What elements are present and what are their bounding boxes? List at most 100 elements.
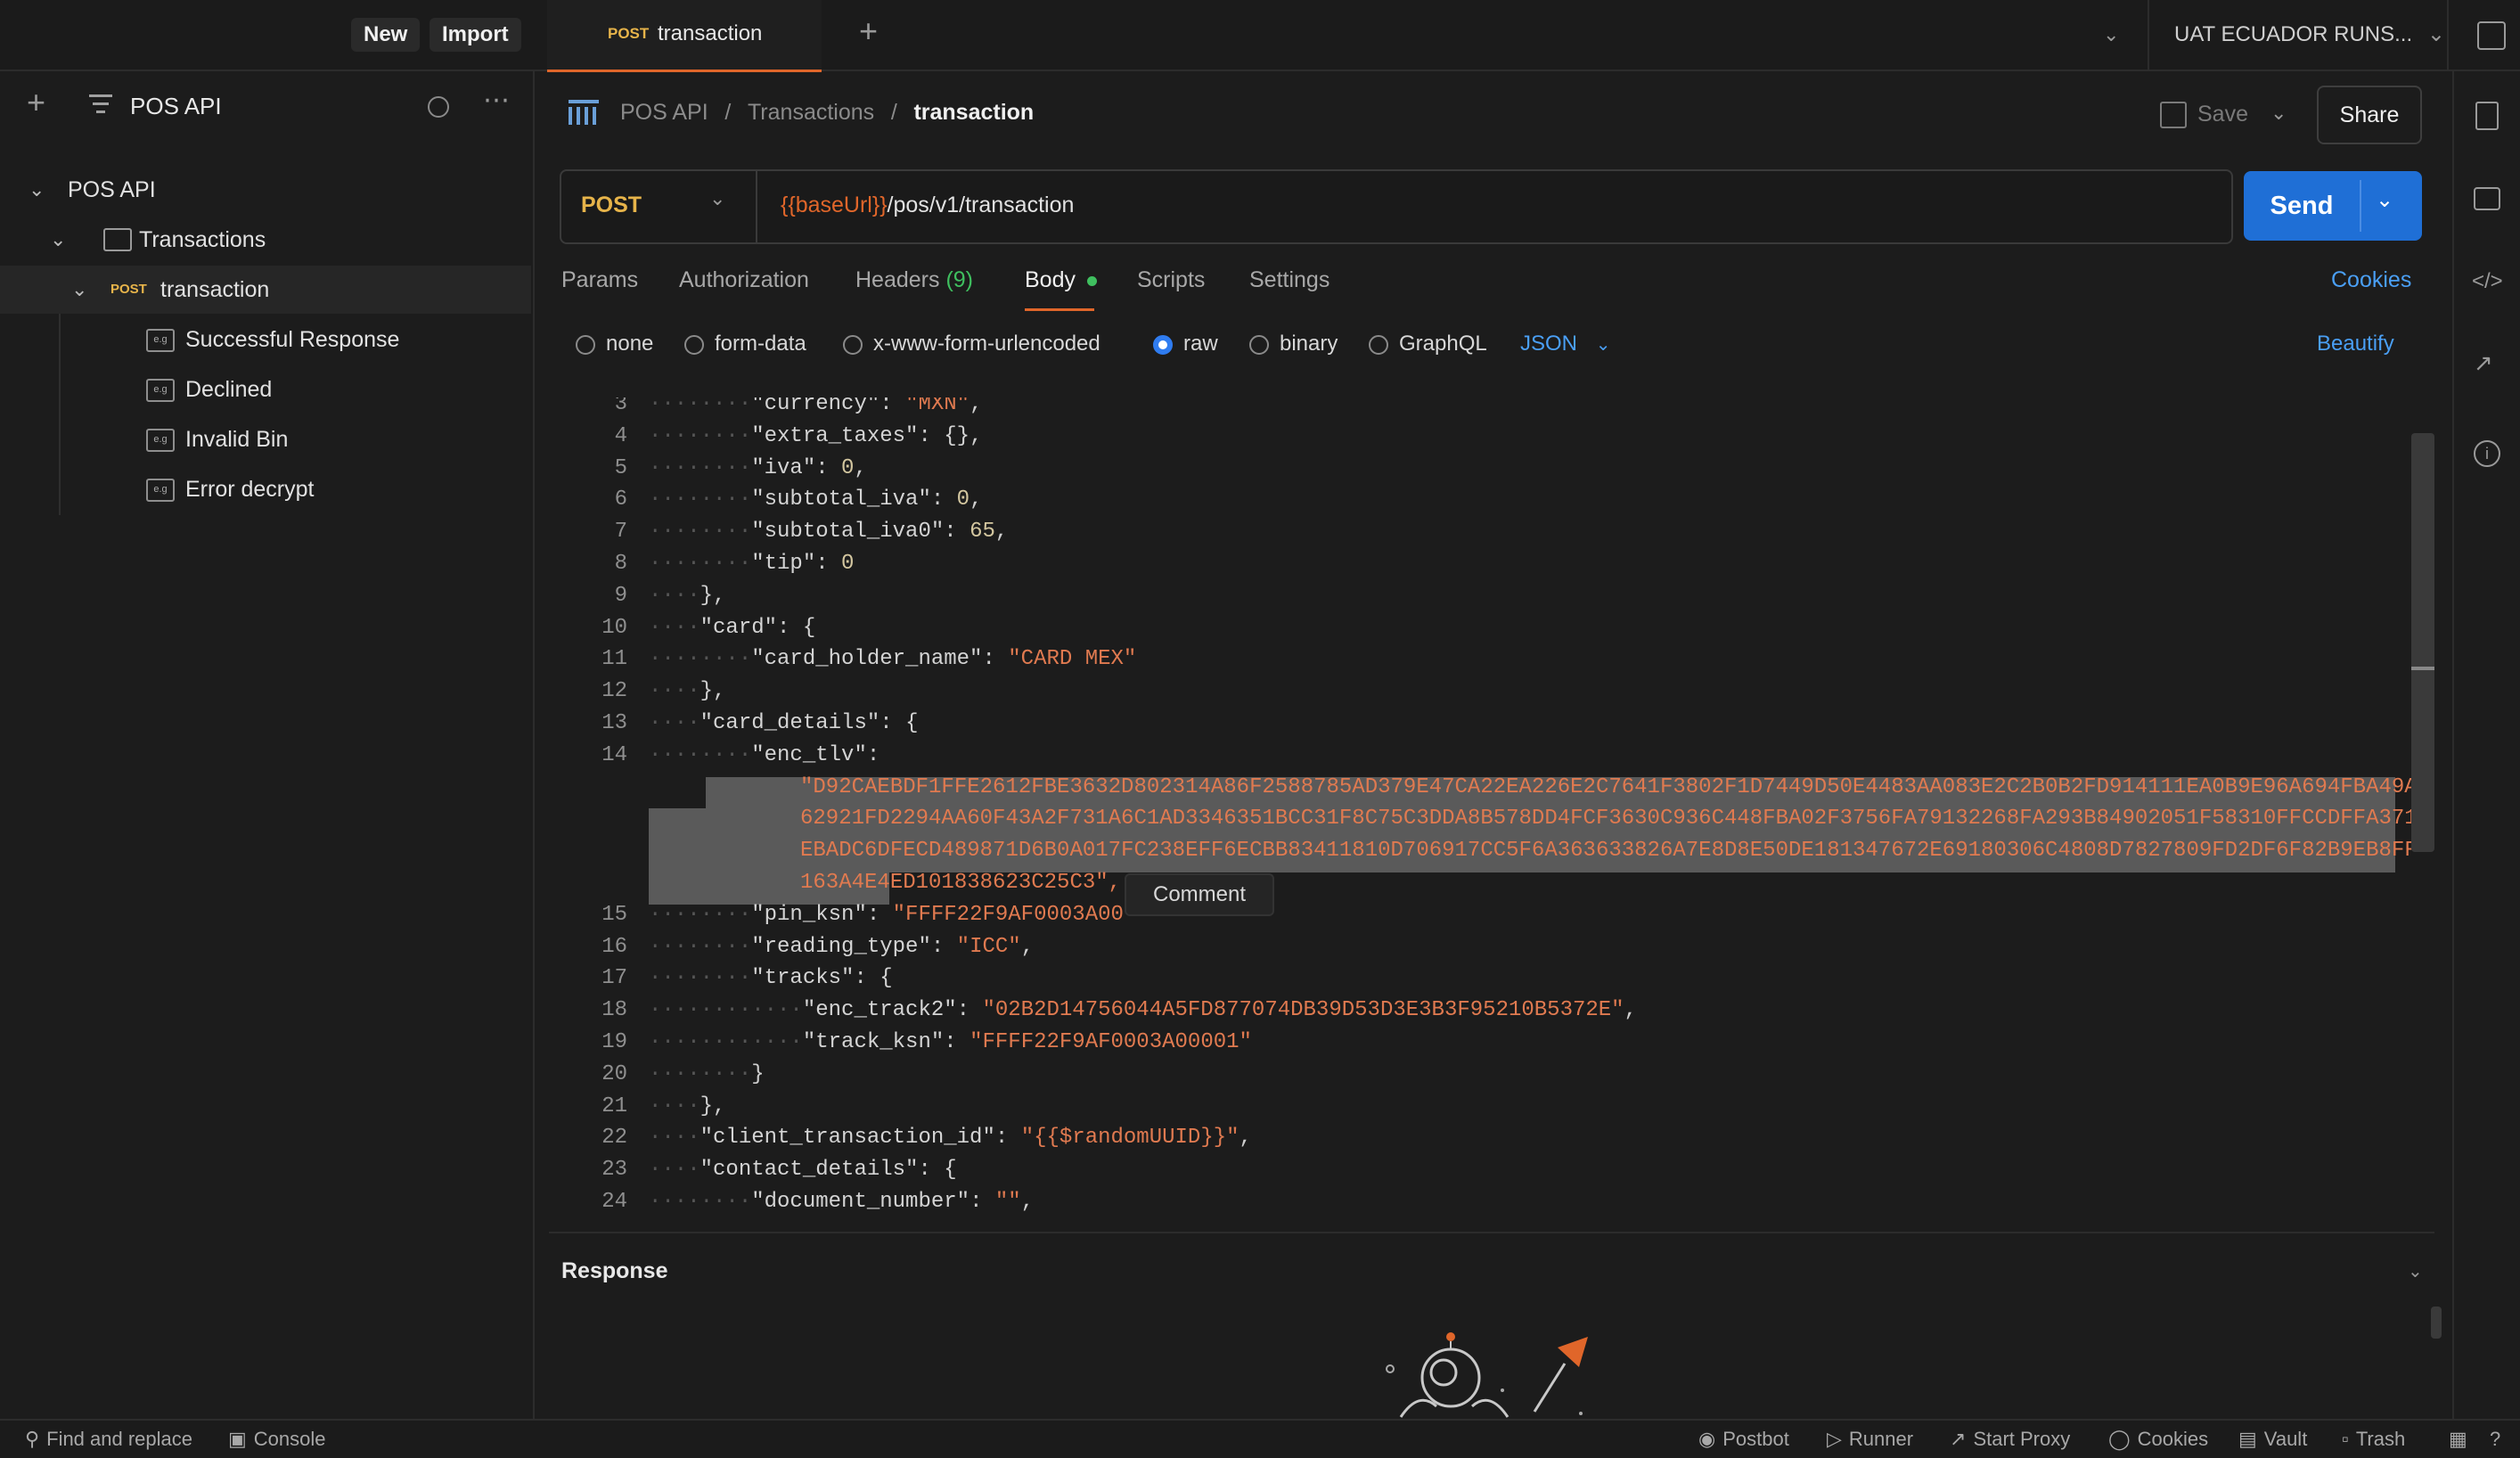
tree-example-item[interactable]: e.g Successful Response (146, 315, 399, 364)
method-selector[interactable]: POST ⌄ (561, 171, 757, 242)
tab-body-label: Body (1025, 267, 1076, 292)
code-line-wrapped: 163A4E4ED101838623C25C3", (800, 871, 1122, 895)
code-line: ········"extra_taxes": {}, (649, 423, 983, 448)
tree-request-transaction[interactable]: ⌄ POST transaction (0, 266, 531, 314)
beautify-button[interactable]: Beautify (2317, 332, 2394, 356)
scrollbar-marker (2411, 667, 2434, 670)
tree-example-item[interactable]: e.g Error decrypt (146, 465, 314, 513)
radio-urlencoded[interactable]: x-www-form-urlencoded (843, 332, 1100, 356)
send-options-chevron-icon[interactable]: ⌄ (2376, 187, 2393, 213)
line-number: 21 (601, 1094, 627, 1118)
body-code-editor[interactable]: 3 ········"currency": "MXN", 4 ········"ext… (549, 397, 2434, 1233)
radio-graphql[interactable]: GraphQL (1369, 332, 1487, 356)
chevron-down-icon: ⌄ (71, 278, 88, 300)
tab-authorization[interactable]: Authorization (679, 267, 809, 293)
radio-circle (843, 334, 863, 355)
share-button[interactable]: Share (2317, 86, 2422, 144)
code-line-wrapped: EBADC6DFECD489871D6B0A017FC238EFF6ECBB83… (800, 839, 2418, 864)
new-button[interactable]: New (351, 18, 421, 52)
vault-icon: ▤ (2238, 1428, 2257, 1450)
radio-binary[interactable]: binary (1249, 332, 1338, 356)
code-line: ········"iva": 0, (649, 455, 867, 480)
send-button[interactable]: Send (2244, 171, 2360, 241)
trash-button[interactable]: ▫ Trash (2342, 1428, 2405, 1451)
layout-toggle-icon[interactable]: ▦ (2449, 1428, 2467, 1451)
example-name: Error decrypt (185, 477, 315, 502)
radio-form-data[interactable]: form-data (684, 332, 806, 356)
save-options-chevron-icon[interactable]: ⌄ (2270, 100, 2287, 127)
comment-tooltip[interactable]: Comment (1125, 873, 1274, 916)
footer-label: Find and replace (46, 1428, 193, 1450)
tree-collection-pos-api[interactable]: ⌄ POS API (0, 166, 531, 214)
clear-icon[interactable] (428, 96, 449, 118)
environment-quick-look-icon[interactable] (2477, 21, 2506, 50)
environment-selector[interactable]: UAT ECUADOR RUNS... ⌄ (2174, 21, 2445, 47)
cookies-link[interactable]: Cookies (2331, 267, 2411, 293)
filter-icon[interactable] (89, 94, 112, 113)
add-collection-icon[interactable]: + (27, 86, 45, 119)
trash-icon: ▫ (2342, 1428, 2349, 1450)
tab-transaction[interactable]: POST transaction (547, 0, 822, 72)
radio-raw[interactable]: raw (1153, 332, 1218, 356)
body-active-dot-icon (1086, 275, 1097, 286)
breadcrumb-collection[interactable]: POS API (620, 100, 708, 125)
info-icon[interactable]: i (2474, 440, 2500, 467)
vault-button[interactable]: ▤ Vault (2238, 1428, 2307, 1451)
top-bar: New Import POST transaction + ⌄ UAT ECUA… (0, 0, 2520, 72)
breadcrumb: POS API / Transactions / transaction (620, 100, 1034, 126)
workspace-title: POS API (130, 93, 222, 119)
line-number: 9 (614, 583, 627, 608)
runner-button[interactable]: ▷ Runner (1827, 1428, 1913, 1451)
breadcrumb-separator: / (724, 100, 732, 125)
headers-count-badge: (9) (945, 267, 974, 292)
line-number: 24 (601, 1190, 627, 1214)
chevron-down-icon: ⌄ (50, 228, 67, 250)
footer-label: Console (253, 1428, 326, 1450)
line-number: 5 (614, 455, 627, 480)
tab-scripts[interactable]: Scripts (1137, 267, 1205, 293)
code-line: ········"card_holder_name": "CARD MEX" (649, 647, 1137, 672)
runner-icon: ▷ (1827, 1428, 1842, 1450)
find-replace-button[interactable]: ⚲ Find and replace (25, 1428, 192, 1451)
tab-settings[interactable]: Settings (1249, 267, 1330, 293)
tree-folder-transactions[interactable]: ⌄ Transactions (0, 216, 531, 264)
footer-label: Postbot (1722, 1428, 1789, 1450)
help-icon[interactable]: ? (2490, 1428, 2500, 1451)
tab-headers[interactable]: Headers (9) (855, 267, 973, 293)
proxy-icon: ↗ (1950, 1428, 1967, 1450)
postbot-button[interactable]: ◉ Postbot (1698, 1428, 1789, 1451)
tabs-dropdown-chevron-icon[interactable]: ⌄ (2103, 21, 2119, 48)
import-button[interactable]: Import (430, 18, 521, 52)
sidebar: + POS API ⋯ ⌄ POS API ⌄ Transactions ⌄ P… (0, 71, 535, 1419)
console-button[interactable]: ▣ Console (228, 1428, 326, 1451)
tree-example-item[interactable]: e.g Declined (146, 365, 272, 414)
add-tab-button[interactable]: + (859, 15, 878, 47)
collection-name: POS API (68, 177, 156, 202)
url-input[interactable]: {{baseUrl}}/pos/v1/transaction (781, 192, 1074, 218)
tab-method-badge: POST (608, 25, 650, 42)
line-number: 8 (614, 552, 627, 576)
more-options-icon[interactable]: ⋯ (483, 87, 511, 114)
line-number: 17 (601, 966, 627, 991)
code-line: ········"pin_ksn": "FFFF22F9AF0003A00 (649, 902, 1124, 927)
tab-body[interactable]: Body (1025, 267, 1097, 293)
editor-scrollbar[interactable] (2411, 433, 2434, 852)
line-number: 18 (601, 998, 627, 1023)
comments-icon[interactable] (2474, 187, 2500, 210)
related-collections-icon[interactable]: ↗ (2474, 349, 2493, 377)
code-line: ········"tip": 0 (649, 552, 855, 576)
tree-example-item[interactable]: e.g Invalid Bin (146, 415, 288, 463)
documentation-icon[interactable] (2475, 102, 2499, 130)
start-proxy-button[interactable]: ↗ Start Proxy (1950, 1428, 2070, 1451)
tree-guide-line (59, 314, 61, 515)
save-button[interactable]: Save (2197, 102, 2248, 127)
tab-params[interactable]: Params (561, 267, 638, 293)
code-line-wrapped: "D92CAEBDF1FFE2612FBE3632D802314A86F2588… (800, 774, 2418, 799)
collapse-chevron-icon[interactable]: ⌄ (2408, 1258, 2423, 1285)
format-dropdown[interactable]: JSON ⌄ (1520, 332, 1610, 356)
cookies-button[interactable]: ◯ Cookies (2108, 1428, 2208, 1451)
breadcrumb-folder[interactable]: Transactions (748, 100, 874, 125)
radio-none[interactable]: none (576, 332, 653, 356)
response-scrollbar[interactable] (2431, 1306, 2442, 1339)
code-icon[interactable]: </> (2472, 269, 2503, 294)
